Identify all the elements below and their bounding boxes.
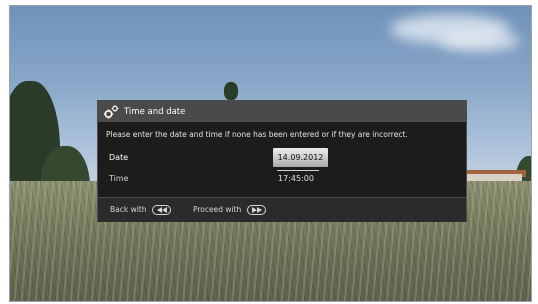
background-tree bbox=[224, 82, 238, 100]
cloud bbox=[440, 31, 520, 51]
dialog-header: Time and date bbox=[98, 101, 466, 122]
time-label: Time bbox=[109, 174, 129, 183]
rewind-button-icon bbox=[152, 205, 171, 215]
time-field[interactable]: 17:45:00 bbox=[278, 174, 314, 183]
gears-icon bbox=[103, 104, 119, 120]
dialog-footer: Back with Proceed with bbox=[98, 197, 466, 222]
tv-screen: Time and date Please enter the date and … bbox=[9, 5, 532, 302]
dialog-title: Time and date bbox=[124, 106, 186, 117]
proceed-label: Proceed with bbox=[193, 205, 242, 214]
date-field-underline bbox=[277, 170, 319, 171]
back-label: Back with bbox=[110, 205, 147, 214]
time-and-date-dialog: Time and date Please enter the date and … bbox=[98, 101, 466, 222]
dialog-message: Please enter the date and time if none h… bbox=[106, 130, 408, 139]
date-label: Date bbox=[109, 153, 129, 162]
fast-forward-button-icon bbox=[247, 205, 266, 215]
date-field[interactable]: 14.09.2012 bbox=[273, 148, 328, 167]
